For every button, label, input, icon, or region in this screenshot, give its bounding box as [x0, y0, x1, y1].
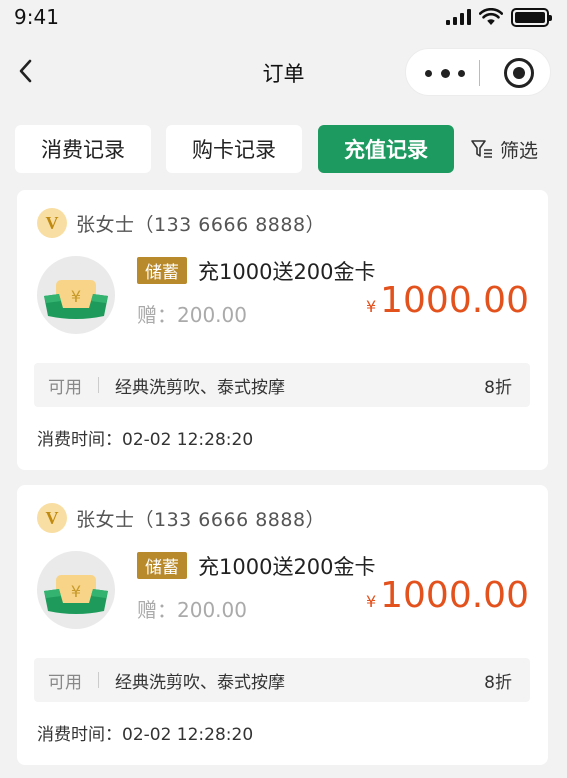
usage-divider — [98, 672, 99, 688]
order-card[interactable]: V 张女士（133 6666 8888） ¥ 储蓄 充1000送200金卡 赠：… — [17, 190, 548, 470]
customer-name-phone: 张女士（133 6666 8888） — [76, 213, 326, 236]
currency-symbol: ¥ — [365, 592, 377, 611]
status-time: 9:41 — [14, 5, 59, 29]
status-bar: 9:41 — [0, 0, 567, 34]
currency-symbol: ¥ — [365, 297, 377, 316]
bonus-amount: 赠：200.00 — [137, 598, 247, 622]
vip-badge-icon: V — [37, 503, 67, 533]
product-name: 充1000送200金卡 — [198, 260, 376, 284]
consumption-time: 消费时间：02-02 12:28:20 — [37, 430, 254, 450]
order-card[interactable]: V 张女士（133 6666 8888） ¥ 储蓄 充1000送200金卡 赠：… — [17, 485, 548, 765]
tab-card-purchase-records[interactable]: 购卡记录 — [166, 125, 302, 173]
usage-info: 可用 经典洗剪吹、泰式按摩 8折 — [34, 658, 530, 702]
wifi-icon — [479, 8, 503, 25]
product-name: 充1000送200金卡 — [198, 555, 376, 579]
usage-info: 可用 经典洗剪吹、泰式按摩 8折 — [34, 363, 530, 407]
vip-badge-icon: V — [37, 208, 67, 238]
bonus-amount: 赠：200.00 — [137, 303, 247, 327]
tab-recharge-records[interactable]: 充值记录 — [318, 125, 454, 173]
filter-funnel-icon — [471, 140, 492, 158]
amount-value: 1000.00 — [380, 575, 529, 616]
discount-value: 8折 — [484, 672, 512, 693]
recharge-amount: ¥ 1000.00 — [366, 280, 529, 321]
usage-services: 经典洗剪吹、泰式按摩 — [115, 377, 285, 398]
customer-info: V 张女士（133 6666 8888） — [37, 208, 325, 238]
discount-value: 8折 — [484, 377, 512, 398]
usage-divider — [98, 377, 99, 393]
amount-value: 1000.00 — [380, 280, 529, 321]
more-dots-icon[interactable] — [425, 49, 465, 97]
tab-consumption-records[interactable]: 消费记录 — [15, 125, 151, 173]
capsule-divider — [479, 60, 480, 86]
customer-name-phone: 张女士（133 6666 8888） — [76, 508, 326, 531]
customer-info: V 张女士（133 6666 8888） — [37, 503, 325, 533]
recharge-card-icon: ¥ — [37, 256, 115, 334]
status-icons — [446, 7, 552, 27]
nav-bar: 订单 — [0, 46, 567, 100]
cellular-signal-icon — [446, 9, 471, 25]
recharge-amount: ¥ 1000.00 — [366, 575, 529, 616]
stored-value-tag: 储蓄 — [137, 257, 187, 284]
close-target-icon[interactable] — [504, 58, 534, 88]
usage-services: 经典洗剪吹、泰式按摩 — [115, 672, 285, 693]
svg-text:¥: ¥ — [71, 582, 81, 601]
battery-icon — [511, 7, 552, 27]
consumption-time: 消费时间：02-02 12:28:20 — [37, 725, 254, 745]
stored-value-tag: 储蓄 — [137, 552, 187, 579]
mini-program-capsule — [405, 48, 551, 96]
usage-label: 可用 — [48, 377, 82, 398]
record-tabs: 消费记录 购卡记录 充值记录 筛选 — [0, 125, 567, 173]
filter-label: 筛选 — [500, 139, 539, 162]
usage-label: 可用 — [48, 672, 82, 693]
filter-button[interactable]: 筛选 — [470, 125, 538, 173]
svg-text:¥: ¥ — [71, 287, 81, 306]
recharge-card-icon: ¥ — [37, 551, 115, 629]
